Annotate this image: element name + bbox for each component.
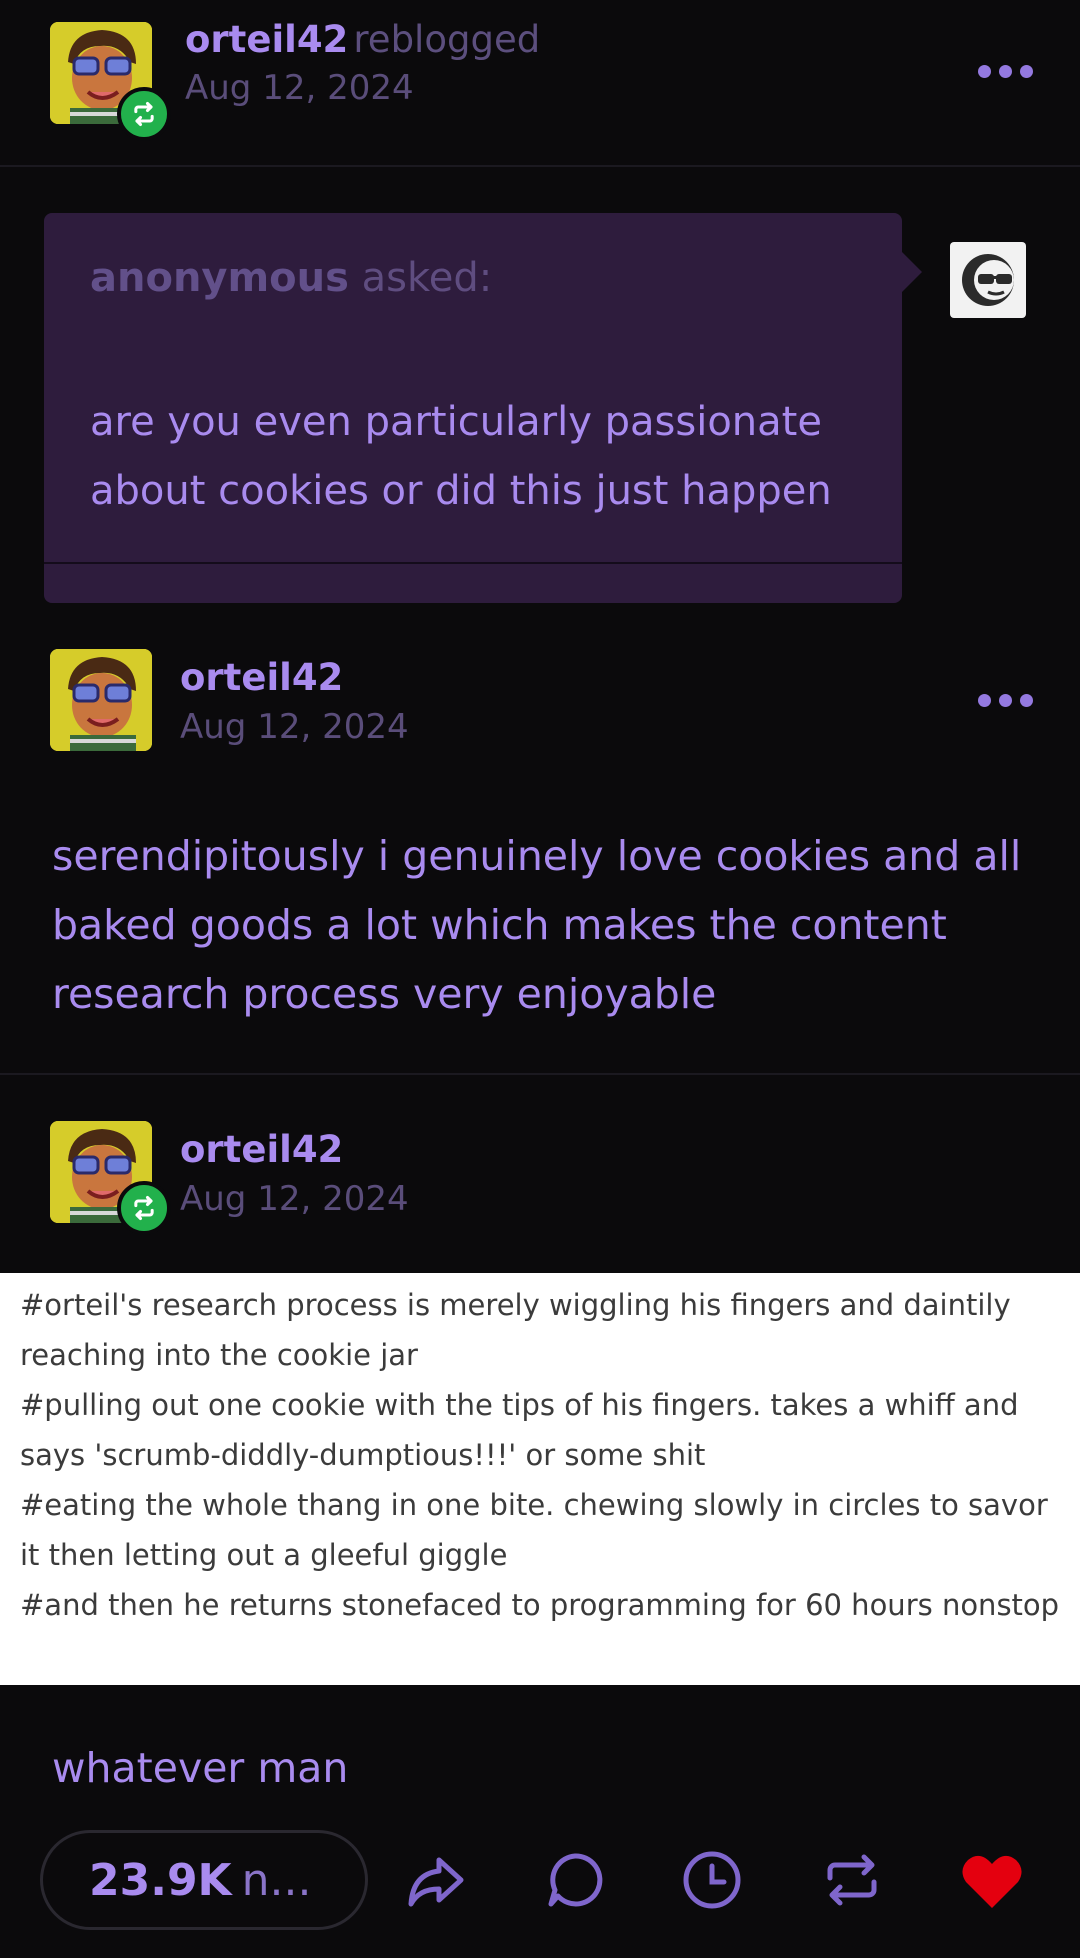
more-options-icon[interactable]: [978, 694, 1033, 707]
post-body: whatever man: [52, 1744, 349, 1792]
reblog-header-line: orteil42 reblogged: [185, 18, 540, 61]
tag-item[interactable]: #and then he returns stonefaced to progr…: [20, 1580, 1065, 1630]
reply-icon[interactable]: [543, 1848, 607, 1912]
tag-item[interactable]: #orteil's research process is merely wig…: [20, 1280, 1065, 1380]
anonymous-avatar-icon: [950, 242, 1026, 318]
asker-name: anonymous: [90, 255, 349, 301]
reblog-badge-icon: [117, 1181, 171, 1235]
ask-header: anonymous asked:: [90, 255, 492, 301]
ask-bubble-arrow: [900, 250, 922, 294]
reblogged-label: reblogged: [353, 18, 541, 61]
ask-question: are you even particularly passionate abo…: [90, 399, 832, 514]
divider: [0, 1073, 1080, 1075]
username-link[interactable]: orteil42: [180, 1128, 343, 1171]
avatar[interactable]: [50, 649, 152, 751]
username-link[interactable]: orteil42: [185, 18, 348, 61]
post-date: Aug 12, 2024: [180, 1179, 409, 1219]
notes-label: n...: [241, 1854, 312, 1906]
notes-button[interactable]: 23.9K n...: [40, 1830, 368, 1930]
like-icon[interactable]: [960, 1850, 1024, 1914]
share-icon[interactable]: [403, 1848, 467, 1912]
notes-count: 23.9K: [89, 1854, 232, 1906]
tag-item[interactable]: #pulling out one cookie with the tips of…: [20, 1380, 1065, 1480]
tag-item[interactable]: #eating the whole thang in one bite. che…: [20, 1480, 1065, 1580]
username-link[interactable]: orteil42: [180, 656, 343, 699]
tags-list: #orteil's research process is merely wig…: [20, 1280, 1065, 1630]
post-date: Aug 12, 2024: [180, 707, 409, 747]
queue-icon[interactable]: [680, 1848, 744, 1912]
divider: [0, 165, 1080, 167]
reblog-badge-icon: [117, 87, 171, 141]
post-body: serendipitously i genuinely love cookies…: [52, 832, 1022, 1018]
reblog-icon[interactable]: [820, 1848, 884, 1912]
ask-divider: [44, 562, 902, 564]
more-options-icon[interactable]: [978, 65, 1033, 78]
asked-label: asked:: [361, 255, 493, 301]
post-date: Aug 12, 2024: [185, 68, 414, 108]
